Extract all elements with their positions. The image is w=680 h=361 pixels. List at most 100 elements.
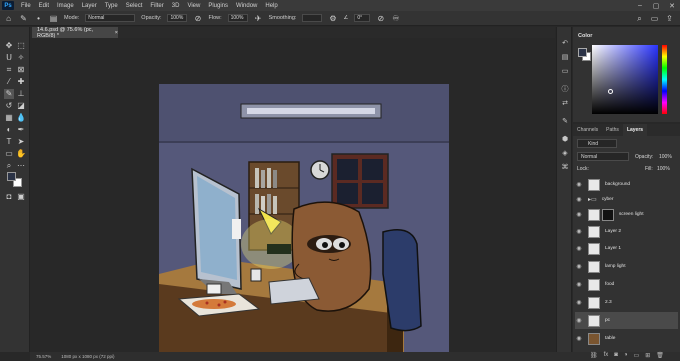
maximize-button[interactable]: ▢: [648, 2, 664, 10]
workspace-icon[interactable]: ▭: [650, 14, 659, 23]
visibility-eye-icon[interactable]: ◉: [575, 196, 583, 203]
stamp-icon[interactable]: ⊥: [16, 89, 26, 99]
frame-tool-icon[interactable]: ⊠: [16, 65, 26, 75]
eraser-icon[interactable]: ◪: [16, 101, 26, 111]
pen-tool-icon[interactable]: ✒: [16, 125, 26, 135]
menu-layer[interactable]: Layer: [78, 3, 101, 9]
visibility-eye-icon[interactable]: ◉: [575, 181, 583, 188]
menu-file[interactable]: File: [17, 3, 35, 9]
menu-view[interactable]: View: [183, 3, 204, 9]
eyedropper-icon[interactable]: ⁄: [4, 77, 14, 87]
zoom-level[interactable]: 75.57%: [36, 354, 51, 359]
comments-panel-icon[interactable]: ▭: [560, 67, 570, 77]
layer-row[interactable]: ◉ 2.3: [575, 294, 678, 311]
brush-tool-icon[interactable]: ✎: [19, 14, 28, 23]
layer-row[interactable]: ◉ screen light: [575, 206, 678, 223]
brush-icon[interactable]: ✎: [4, 89, 14, 99]
color-picker-cursor[interactable]: [608, 89, 613, 94]
add-mask-icon[interactable]: ◙: [614, 352, 618, 359]
layer-row[interactable]: ◉ Layer 2: [575, 223, 678, 240]
layer-row[interactable]: ◉ food: [575, 276, 678, 293]
delete-layer-icon[interactable]: 🗑: [656, 352, 664, 359]
menu-select[interactable]: Select: [122, 3, 147, 9]
history-brush-icon[interactable]: ↺: [4, 101, 14, 111]
layer-row[interactable]: ◉ Layer 1: [575, 240, 678, 257]
home-icon[interactable]: ⌂: [4, 14, 13, 23]
layers-panel-icon[interactable]: ◈: [560, 149, 570, 159]
visibility-eye-icon[interactable]: ◉: [575, 317, 583, 324]
menu-filter[interactable]: Filter: [146, 3, 167, 9]
flow-field[interactable]: 100%: [227, 14, 248, 22]
visibility-eye-icon[interactable]: ◉: [575, 299, 583, 306]
airbrush-icon[interactable]: ✈: [254, 14, 263, 23]
symmetry-icon[interactable]: ♾: [391, 14, 400, 23]
visibility-eye-icon[interactable]: ◉: [575, 211, 583, 218]
visibility-eye-icon[interactable]: ◉: [575, 228, 583, 235]
minimize-button[interactable]: –: [632, 2, 648, 10]
properties-panel-icon[interactable]: ▤: [560, 53, 570, 63]
layer-opacity-value[interactable]: 100%: [659, 154, 672, 160]
tab-layers[interactable]: Layers: [622, 124, 648, 136]
info-panel-icon[interactable]: ⓘ: [560, 85, 570, 95]
opacity-field[interactable]: 100%: [167, 14, 188, 22]
layer-filter-kind[interactable]: Kind: [577, 139, 617, 148]
adjustments-panel-icon[interactable]: ⇄: [560, 99, 570, 109]
new-group-icon[interactable]: ▭: [634, 352, 640, 359]
fill-value[interactable]: 100%: [657, 166, 670, 172]
layer-row-selected[interactable]: ◉ pc: [575, 312, 678, 329]
blur-icon[interactable]: 💧: [16, 113, 26, 123]
tab-paths[interactable]: Paths: [602, 124, 623, 136]
hue-slider[interactable]: [662, 45, 667, 114]
adjustment-layer-icon[interactable]: ◑: [624, 352, 628, 359]
menu-3d[interactable]: 3D: [168, 3, 184, 9]
move-tool-icon[interactable]: ✥: [4, 41, 14, 51]
menu-help[interactable]: Help: [261, 3, 281, 9]
menu-edit[interactable]: Edit: [35, 3, 53, 9]
menu-plugins[interactable]: Plugins: [204, 3, 232, 9]
paths-panel-icon[interactable]: ⌘: [560, 163, 570, 173]
blend-mode-dropdown[interactable]: Normal: [577, 152, 629, 161]
fx-icon[interactable]: fx: [604, 352, 609, 359]
pressure-opacity-icon[interactable]: ⊘: [193, 14, 202, 23]
artwork-canvas[interactable]: [159, 84, 449, 361]
menu-type[interactable]: Type: [101, 3, 122, 9]
screen-mode-icon[interactable]: ▣: [16, 192, 26, 202]
quick-mask-icon[interactable]: ◘: [4, 192, 14, 202]
path-select-icon[interactable]: ➤: [16, 137, 26, 147]
link-layers-icon[interactable]: ⛓: [590, 352, 598, 359]
visibility-eye-icon[interactable]: ◉: [575, 281, 583, 288]
zoom-tool-icon[interactable]: ⌕: [4, 161, 14, 171]
hand-tool-icon[interactable]: ✋: [16, 149, 26, 159]
mode-dropdown[interactable]: Normal: [85, 14, 136, 22]
more-tools-icon[interactable]: ⋯: [16, 161, 26, 171]
gradient-icon[interactable]: ▦: [4, 113, 14, 123]
3d-panel-icon[interactable]: ⬢: [560, 135, 570, 145]
healing-brush-icon[interactable]: ✚: [16, 77, 26, 87]
canvas-area[interactable]: [30, 38, 550, 361]
layer-row[interactable]: ◉ table: [575, 330, 678, 347]
dodge-icon[interactable]: ◐: [4, 125, 14, 135]
panel-foreground-swatch[interactable]: [578, 48, 587, 57]
brush-preset-icon[interactable]: •: [34, 14, 43, 23]
share-icon[interactable]: ⇪: [665, 14, 674, 23]
brush-panel-icon[interactable]: ✎: [560, 117, 570, 127]
document-info[interactable]: 1080 px x 1080 px (72 ppi): [61, 354, 114, 359]
menu-window[interactable]: Window: [232, 3, 261, 9]
magic-wand-icon[interactable]: ✧: [16, 53, 26, 63]
menu-image[interactable]: Image: [53, 3, 78, 9]
visibility-eye-icon[interactable]: ◉: [575, 335, 583, 342]
visibility-eye-icon[interactable]: ◉: [575, 263, 583, 270]
brush-settings-icon[interactable]: ▤: [49, 14, 58, 23]
visibility-eye-icon[interactable]: ◉: [575, 245, 583, 252]
layer-mask-thumbnail[interactable]: [602, 208, 614, 221]
layer-row[interactable]: ◉ lamp light: [575, 258, 678, 275]
search-icon[interactable]: ⌕: [635, 14, 644, 23]
color-picker-field[interactable]: [592, 45, 658, 114]
angle-icon[interactable]: ∠: [343, 15, 348, 21]
new-layer-icon[interactable]: ⊞: [645, 352, 650, 359]
lasso-tool-icon[interactable]: ᑌ: [4, 53, 14, 63]
angle-field[interactable]: 0°: [354, 14, 371, 22]
document-tab[interactable]: 14.6.psd @ 75.6% (pc, RGB/8) * ×: [32, 27, 118, 39]
type-tool-icon[interactable]: T: [4, 137, 14, 147]
marquee-tool-icon[interactable]: ⬚: [16, 41, 26, 51]
